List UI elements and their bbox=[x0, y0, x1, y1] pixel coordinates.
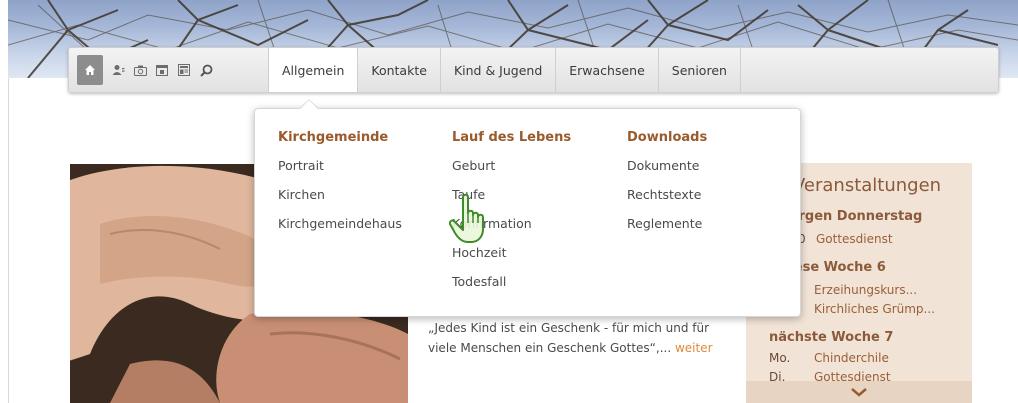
contacts-icon[interactable] bbox=[107, 55, 129, 85]
quote-text: „Jedes Kind ist ein Geschenk - für mich … bbox=[428, 321, 710, 355]
menu-column-downloads: Downloads Dokumente Rechtstexte Reglemen… bbox=[627, 130, 707, 245]
camera-icon[interactable] bbox=[129, 55, 151, 85]
chevron-down-icon bbox=[851, 387, 867, 397]
newsletter-icon[interactable] bbox=[173, 55, 195, 85]
event-item[interactable]: Mo. Chinderchile bbox=[769, 351, 889, 365]
menu-item-hochzeit[interactable]: Hochzeit bbox=[452, 245, 571, 274]
events-expand-button[interactable] bbox=[746, 381, 972, 403]
teaser-quote: „Jedes Kind ist ein Geschenk - für mich … bbox=[428, 318, 728, 358]
menu-heading: Kirchgemeinde bbox=[278, 130, 389, 145]
menu-item-kirchen[interactable]: Kirchen bbox=[278, 187, 402, 216]
home-icon[interactable] bbox=[77, 55, 103, 85]
tab-erwachsene[interactable]: Erwachsene bbox=[555, 48, 658, 92]
menu-item-reglemente[interactable]: Reglemente bbox=[627, 216, 707, 245]
menu-item-todesfall[interactable]: Todesfall bbox=[452, 274, 571, 303]
event-title: Gottesdienst bbox=[816, 232, 893, 246]
menu-heading: Downloads bbox=[627, 130, 708, 145]
tab-allgemein[interactable]: Allgemein bbox=[268, 48, 358, 92]
event-title: Kirchliches Grümp... bbox=[814, 302, 935, 316]
menu-item-dokumente[interactable]: Dokumente bbox=[627, 158, 707, 187]
calendar-icon[interactable] bbox=[151, 55, 173, 85]
search-icon[interactable] bbox=[195, 55, 217, 85]
dropdown-caret bbox=[300, 100, 318, 109]
menu-heading: Lauf des Lebens bbox=[452, 130, 572, 145]
event-title: Chinderchile bbox=[814, 351, 889, 365]
menu-column-kirchgemeinde: Kirchgemeinde Portrait Kirchen Kirchgeme… bbox=[278, 130, 402, 245]
menu-item-portrait[interactable]: Portrait bbox=[278, 158, 402, 187]
nav-icon-group bbox=[77, 55, 217, 85]
menu-item-rechtstexte[interactable]: Rechtstexte bbox=[627, 187, 707, 216]
tab-senioren[interactable]: Senioren bbox=[657, 48, 741, 92]
menu-item-geburt[interactable]: Geburt bbox=[452, 158, 571, 187]
event-title: Erzeihungskurs... bbox=[814, 283, 918, 297]
hand-cursor-icon bbox=[448, 193, 497, 249]
page-left-border bbox=[8, 78, 9, 403]
event-time: Mo. bbox=[769, 351, 791, 365]
events-day-heading: nächste Woche 7 bbox=[769, 330, 894, 345]
events-title: Veranstaltungen bbox=[793, 175, 942, 196]
menu-item-kirchgemeindehaus[interactable]: Kirchgemeindehaus bbox=[278, 216, 402, 245]
tab-kontakte[interactable]: Kontakte bbox=[357, 48, 440, 92]
tab-kind-jugend[interactable]: Kind & Jugend bbox=[439, 48, 555, 92]
more-link[interactable]: weiter bbox=[675, 341, 713, 355]
nav-tabs: Allgemein Kontakte Kind & Jugend Erwachs… bbox=[268, 48, 741, 92]
